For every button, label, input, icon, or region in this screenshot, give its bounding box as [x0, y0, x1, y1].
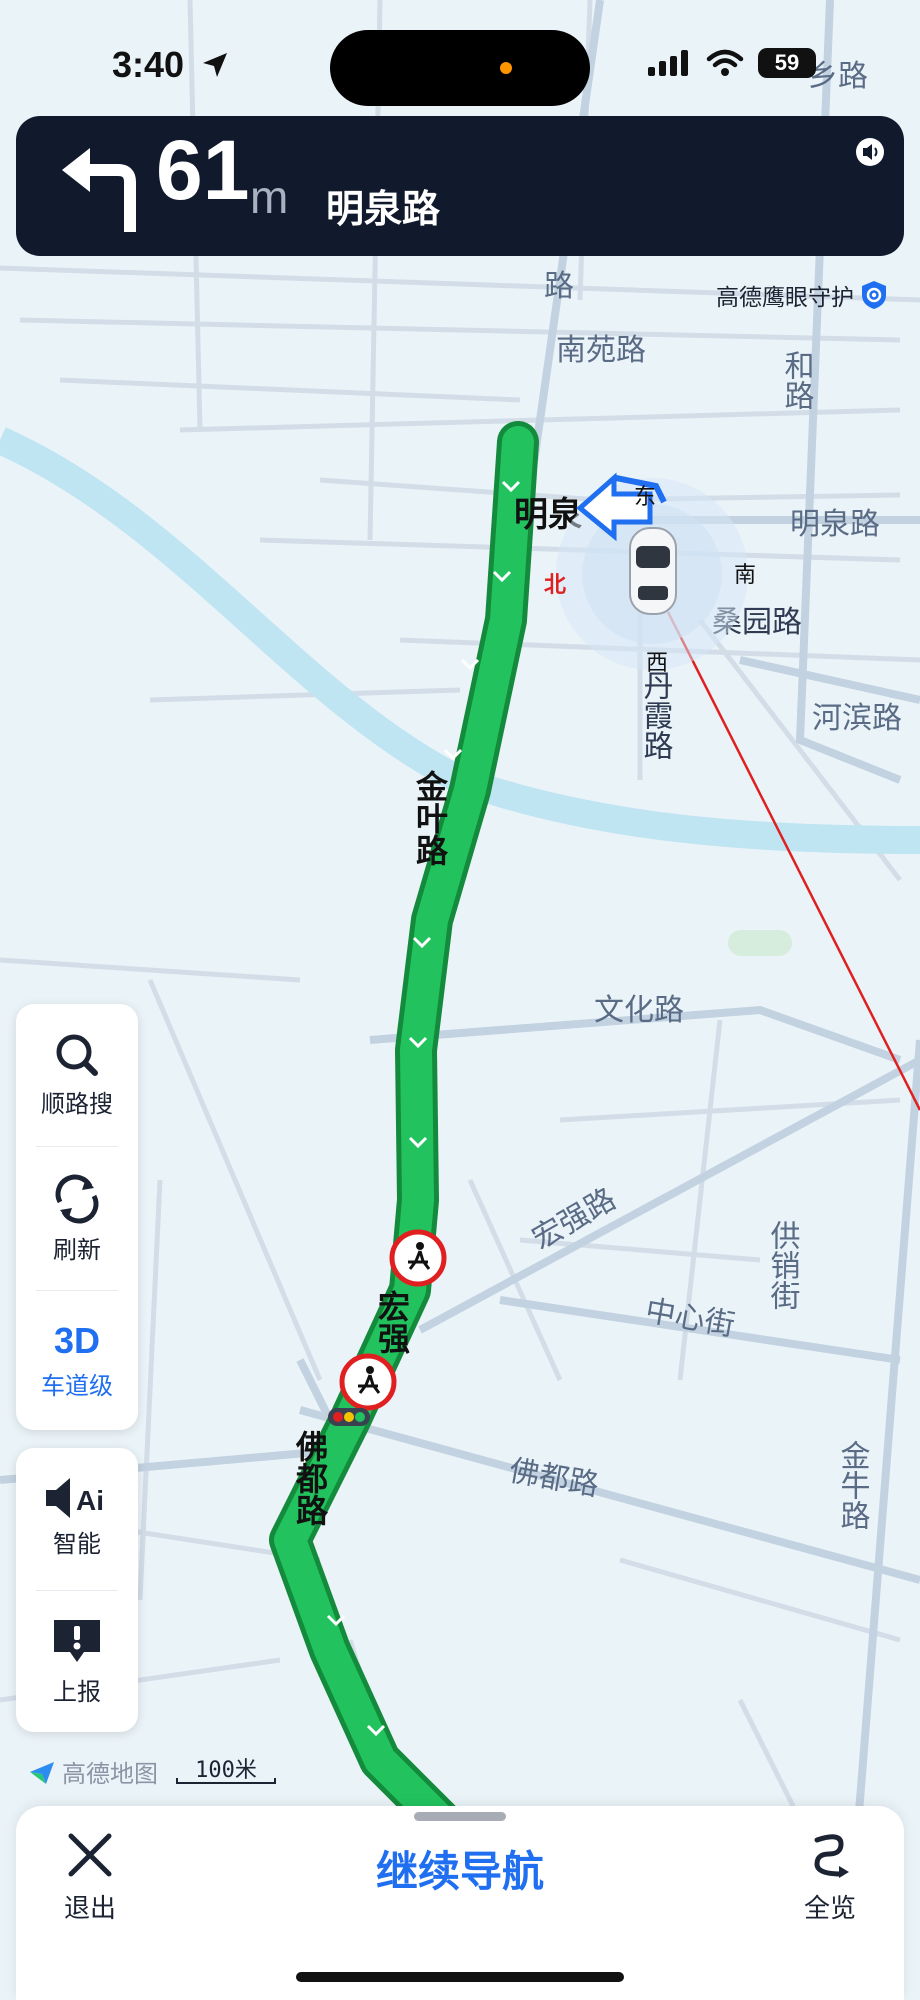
signal-icon	[648, 50, 688, 76]
smart-label: 智能	[53, 1530, 101, 1558]
search-along-label: 顺路搜	[41, 1090, 113, 1118]
exit-button[interactable]: 退出	[50, 1830, 130, 1925]
compass-south: 南	[734, 563, 756, 588]
location-arrow-icon	[203, 53, 227, 77]
map-logo: 高德地图	[28, 1754, 158, 1789]
divider	[36, 1290, 118, 1291]
amap-logo-icon	[30, 1761, 54, 1784]
road-label-jinniu: 金牛路	[835, 1440, 871, 1530]
turn-left-icon	[62, 148, 136, 232]
divider	[36, 1146, 118, 1147]
route-label-hongqiang: 宏强	[373, 1290, 411, 1355]
dynamic-island	[330, 30, 590, 106]
route-label-jinye: 金叶路	[411, 769, 449, 866]
drag-handle[interactable]	[414, 1812, 506, 1821]
report-button[interactable]: 上报	[16, 1616, 138, 1707]
compass-east: 东	[634, 485, 656, 510]
next-road-name: 明泉路	[326, 187, 441, 231]
divider	[36, 1590, 118, 1591]
refresh-icon	[55, 1174, 99, 1224]
road-label-yihe: 和路	[779, 350, 815, 410]
status-time: 3:40	[112, 44, 185, 85]
traffic-light-icon	[328, 1408, 370, 1426]
report-icon	[54, 1620, 100, 1662]
close-icon	[68, 1833, 112, 1877]
road-label-lu: 路	[544, 269, 574, 304]
lane-level-button[interactable]: 3D 车道级	[16, 1320, 138, 1401]
road-label-wenhua: 文化路	[594, 993, 684, 1028]
eye-guard-label: 高德鹰眼守护	[716, 285, 854, 311]
smart-voice-button[interactable]: Ai 智能	[16, 1476, 138, 1559]
refresh-label: 刷新	[53, 1236, 101, 1264]
continue-navigation-button[interactable]: 继续导航	[300, 1838, 620, 1899]
side-panel-bottom: Ai 智能 上报	[16, 1448, 138, 1732]
search-along-button[interactable]: 顺路搜	[16, 1030, 138, 1119]
overview-button[interactable]: 全览	[790, 1830, 870, 1925]
road-label-nanyuan: 南苑路	[556, 333, 646, 368]
exit-label: 退出	[63, 1894, 116, 1924]
eye-guard[interactable]: 高德鹰眼守护	[716, 278, 888, 312]
overview-label: 全览	[803, 1894, 856, 1924]
navigation-banner[interactable]	[16, 116, 904, 256]
compass-north: 北	[544, 573, 566, 598]
road-label-gongxiao: 供销街	[765, 1220, 801, 1310]
road-label-xiang: 乡路	[808, 59, 868, 94]
speaker-ai-icon: Ai	[46, 1478, 104, 1518]
pedestrian-warning-icon[interactable]	[389, 1229, 447, 1287]
report-label: 上报	[53, 1678, 101, 1706]
distance-value: 61	[156, 123, 250, 217]
green-spot	[728, 930, 792, 956]
bottom-bar	[16, 1806, 904, 2000]
pedestrian-warning-icon[interactable]	[339, 1353, 397, 1411]
side-panel-top: 顺路搜 刷新 3D 车道级	[16, 1004, 138, 1430]
search-icon	[56, 1034, 98, 1076]
battery-indicator: 59	[758, 48, 816, 78]
svg-text:Ai: Ai	[76, 1485, 104, 1516]
lane-3d-label: 3D	[53, 1320, 101, 1361]
car-icon	[629, 527, 677, 615]
status-right: 59	[648, 48, 816, 78]
road-label-mingquan-right: 明泉路	[790, 507, 880, 542]
overview-icon	[814, 1834, 849, 1878]
road-label-danxia: 丹霞路	[638, 670, 673, 760]
refresh-button[interactable]: 刷新	[16, 1172, 138, 1265]
compass-west: 西	[646, 651, 668, 676]
sound-icon[interactable]	[854, 136, 886, 168]
scale-bar	[176, 1778, 276, 1784]
home-indicator[interactable]	[296, 1972, 624, 1982]
road-label-hebin: 河滨路	[812, 701, 902, 736]
privacy-indicator	[500, 62, 512, 74]
shield-icon	[862, 281, 886, 309]
wifi-icon	[706, 49, 744, 76]
distance-unit: m	[250, 171, 289, 223]
map-logo-text: 高德地图	[62, 1760, 158, 1788]
route-label-fodu: 佛都路	[291, 1430, 329, 1526]
lane-level-label: 车道级	[41, 1372, 113, 1400]
